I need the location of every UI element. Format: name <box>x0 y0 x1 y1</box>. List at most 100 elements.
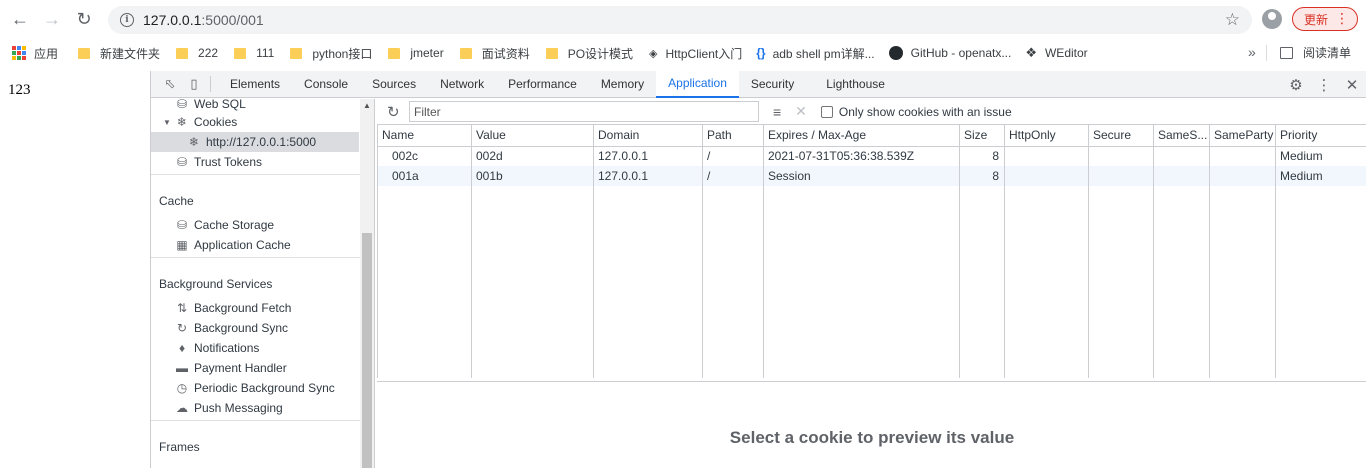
tab-performance[interactable]: Performance <box>496 71 589 98</box>
devtools-panel: ⬁ ▯ Elements Console Sources Network Per… <box>150 70 1366 468</box>
bookmark-label: 新建文件夹 <box>100 46 161 61</box>
sidebar-item-payment-handler[interactable]: ▬ Payment Handler <box>151 358 374 378</box>
cookie-icon: ❄ <box>188 135 200 149</box>
scroll-up-arrow-icon[interactable]: ▲ <box>363 101 371 110</box>
tab-sources[interactable]: Sources <box>360 71 428 98</box>
github-icon <box>888 46 903 60</box>
sidebar-item-cookie-origin[interactable]: ❄ http://127.0.0.1:5000 <box>151 132 359 152</box>
back-icon[interactable]: ← <box>6 5 34 33</box>
settings-gear-icon[interactable]: ⚙ <box>1282 71 1310 98</box>
cookie-name: 001a <box>377 166 472 186</box>
sidebar-item-web-sql[interactable]: ⛁ Web SQL <box>151 99 374 112</box>
tab-network[interactable]: Network <box>428 71 496 98</box>
application-sidebar: ⛁ Web SQL ▼ ❄ Cookies ❄ http://127.0.0.1:500… <box>151 99 375 468</box>
bookmark-folder[interactable]: PO设计模式 <box>545 45 633 62</box>
close-icon[interactable]: ✕ <box>1338 71 1366 98</box>
cookie-priority: Medium <box>1275 146 1366 166</box>
bookmark-apps[interactable]: 应用 <box>0 45 58 62</box>
sidebar-item-notifications[interactable]: ♦ Notifications <box>151 338 374 358</box>
sidebar-section-cache: Cache <box>151 174 361 212</box>
sidebar-section-frames: Frames <box>151 420 361 458</box>
sidebar-item-cookies[interactable]: ▼ ❄ Cookies <box>151 112 374 132</box>
tab-application[interactable]: Application <box>656 70 739 98</box>
bookmark-label: HttpClient入门 <box>665 46 743 61</box>
folder-icon <box>388 47 401 59</box>
bookmark-folder[interactable]: 111 <box>234 46 274 60</box>
cookie-expires: Session <box>763 166 960 186</box>
column-header[interactable]: HttpOnly <box>1004 125 1089 147</box>
sidebar-item-trust-tokens[interactable]: ⛁ Trust Tokens <box>151 152 374 172</box>
column-header[interactable]: SameS... <box>1153 125 1210 147</box>
database-icon: ⛁ <box>176 155 188 169</box>
refresh-icon[interactable]: ↻ <box>387 103 401 121</box>
sidebar-item-label: Periodic Background Sync <box>194 381 335 395</box>
column-header[interactable]: Name <box>377 125 472 147</box>
bookmark-folder[interactable]: 222 <box>176 46 218 60</box>
table-row[interactable]: 001a 001b 127.0.0.1 / Session 8 Medium <box>377 166 1366 186</box>
address-bar[interactable]: i 127.0.0.1:5000/001 ☆ <box>108 6 1252 34</box>
bookmark-folder[interactable]: python接口 <box>290 45 372 62</box>
reload-icon[interactable]: ↻ <box>70 5 98 33</box>
bookmark-link[interactable]: {} adb shell pm详解... <box>756 45 874 62</box>
delete-selected-icon[interactable]: ✕ <box>795 103 807 120</box>
sidebar-item-periodic-background-sync[interactable]: ◷ Periodic Background Sync <box>151 378 374 398</box>
bookmark-label: adb shell pm详解... <box>772 46 875 61</box>
bookmark-label: jmeter <box>410 46 444 60</box>
bookmark-folder[interactable]: 面试资料 <box>459 45 530 62</box>
column-header[interactable]: Priority <box>1275 125 1366 147</box>
table-row[interactable]: 002c 002d 127.0.0.1 / 2021-07-31T05:36:3… <box>377 146 1366 166</box>
network-icon: ◈ <box>649 47 658 60</box>
bookmark-star-icon[interactable]: ☆ <box>1225 10 1240 30</box>
clear-filtered-cookies-icon[interactable]: ≡ <box>773 104 781 120</box>
bookmark-folder[interactable]: 新建文件夹 <box>78 45 160 62</box>
column-header[interactable]: Value <box>471 125 594 147</box>
filter-input[interactable]: Filter <box>409 101 759 122</box>
tab-memory[interactable]: Memory <box>589 71 656 98</box>
update-label: 更新 <box>1304 12 1329 27</box>
column-header[interactable]: Domain <box>593 125 703 147</box>
sidebar-scrollbar[interactable]: ▲ <box>360 99 374 468</box>
sidebar-item-background-sync[interactable]: ↻ Background Sync <box>151 318 374 338</box>
sidebar-item-application-cache[interactable]: ▦ Application Cache <box>151 235 374 255</box>
cookies-toolbar: ↻ Filter ≡ ✕ Only show cookies with an i… <box>377 99 1366 125</box>
device-toolbar-icon[interactable]: ▯ <box>187 76 201 91</box>
more-options-icon[interactable]: ⋮ <box>1310 71 1338 98</box>
tab-lighthouse[interactable]: Lighthouse <box>806 71 897 98</box>
bookmark-label: python接口 <box>312 46 373 61</box>
reading-list-icon <box>1280 46 1293 59</box>
column-header[interactable]: Path <box>702 125 764 147</box>
column-header[interactable]: Size <box>959 125 1005 147</box>
bookmark-label: GitHub - openatx... <box>910 46 1012 60</box>
tab-console[interactable]: Console <box>292 71 360 98</box>
table-empty-area <box>377 186 1366 378</box>
cookie-secure <box>1088 146 1154 166</box>
bookmark-link[interactable]: ◈ HttpClient入门 <box>649 45 742 62</box>
tab-elements[interactable]: Elements <box>218 71 292 98</box>
column-header[interactable]: SameParty <box>1209 125 1276 147</box>
sidebar-item-background-fetch[interactable]: ⇅ Background Fetch <box>151 298 374 318</box>
cookie-domain: 127.0.0.1 <box>593 146 703 166</box>
bookmark-label: WEditor <box>1044 46 1088 60</box>
only-issues-checkbox[interactable] <box>820 105 833 118</box>
cookie-samesite <box>1153 146 1210 166</box>
bookmarks-overflow-icon[interactable]: » <box>1248 44 1256 60</box>
folder-icon <box>545 47 558 59</box>
bookmark-link[interactable]: ❖ WEditor <box>1025 45 1087 61</box>
site-info-icon[interactable]: i <box>120 13 134 27</box>
column-header[interactable]: Expires / Max-Age <box>763 125 960 147</box>
sync-icon: ↻ <box>176 321 188 335</box>
bookmark-folder[interactable]: jmeter <box>388 46 444 60</box>
sidebar-item-cache-storage[interactable]: ⛁ Cache Storage <box>151 215 374 235</box>
inspect-element-icon[interactable]: ⬁ <box>163 76 177 91</box>
tab-security[interactable]: Security <box>739 71 806 98</box>
url-text[interactable]: 127.0.0.1:5000/001 <box>143 12 264 28</box>
update-button[interactable]: 更新 ⋮ <box>1292 7 1358 31</box>
sidebar-item-label: Cookies <box>193 115 238 129</box>
sidebar-item-push-messaging[interactable]: ☁ Push Messaging <box>151 398 374 418</box>
column-header[interactable]: Secure <box>1088 125 1154 147</box>
profile-avatar-icon[interactable] <box>1262 9 1282 29</box>
bookmark-link[interactable]: GitHub - openatx... <box>888 46 1012 60</box>
forward-icon[interactable]: → <box>38 5 66 33</box>
reading-list[interactable]: 阅读清单 <box>1280 44 1351 61</box>
scrollbar-thumb[interactable] <box>362 233 372 468</box>
